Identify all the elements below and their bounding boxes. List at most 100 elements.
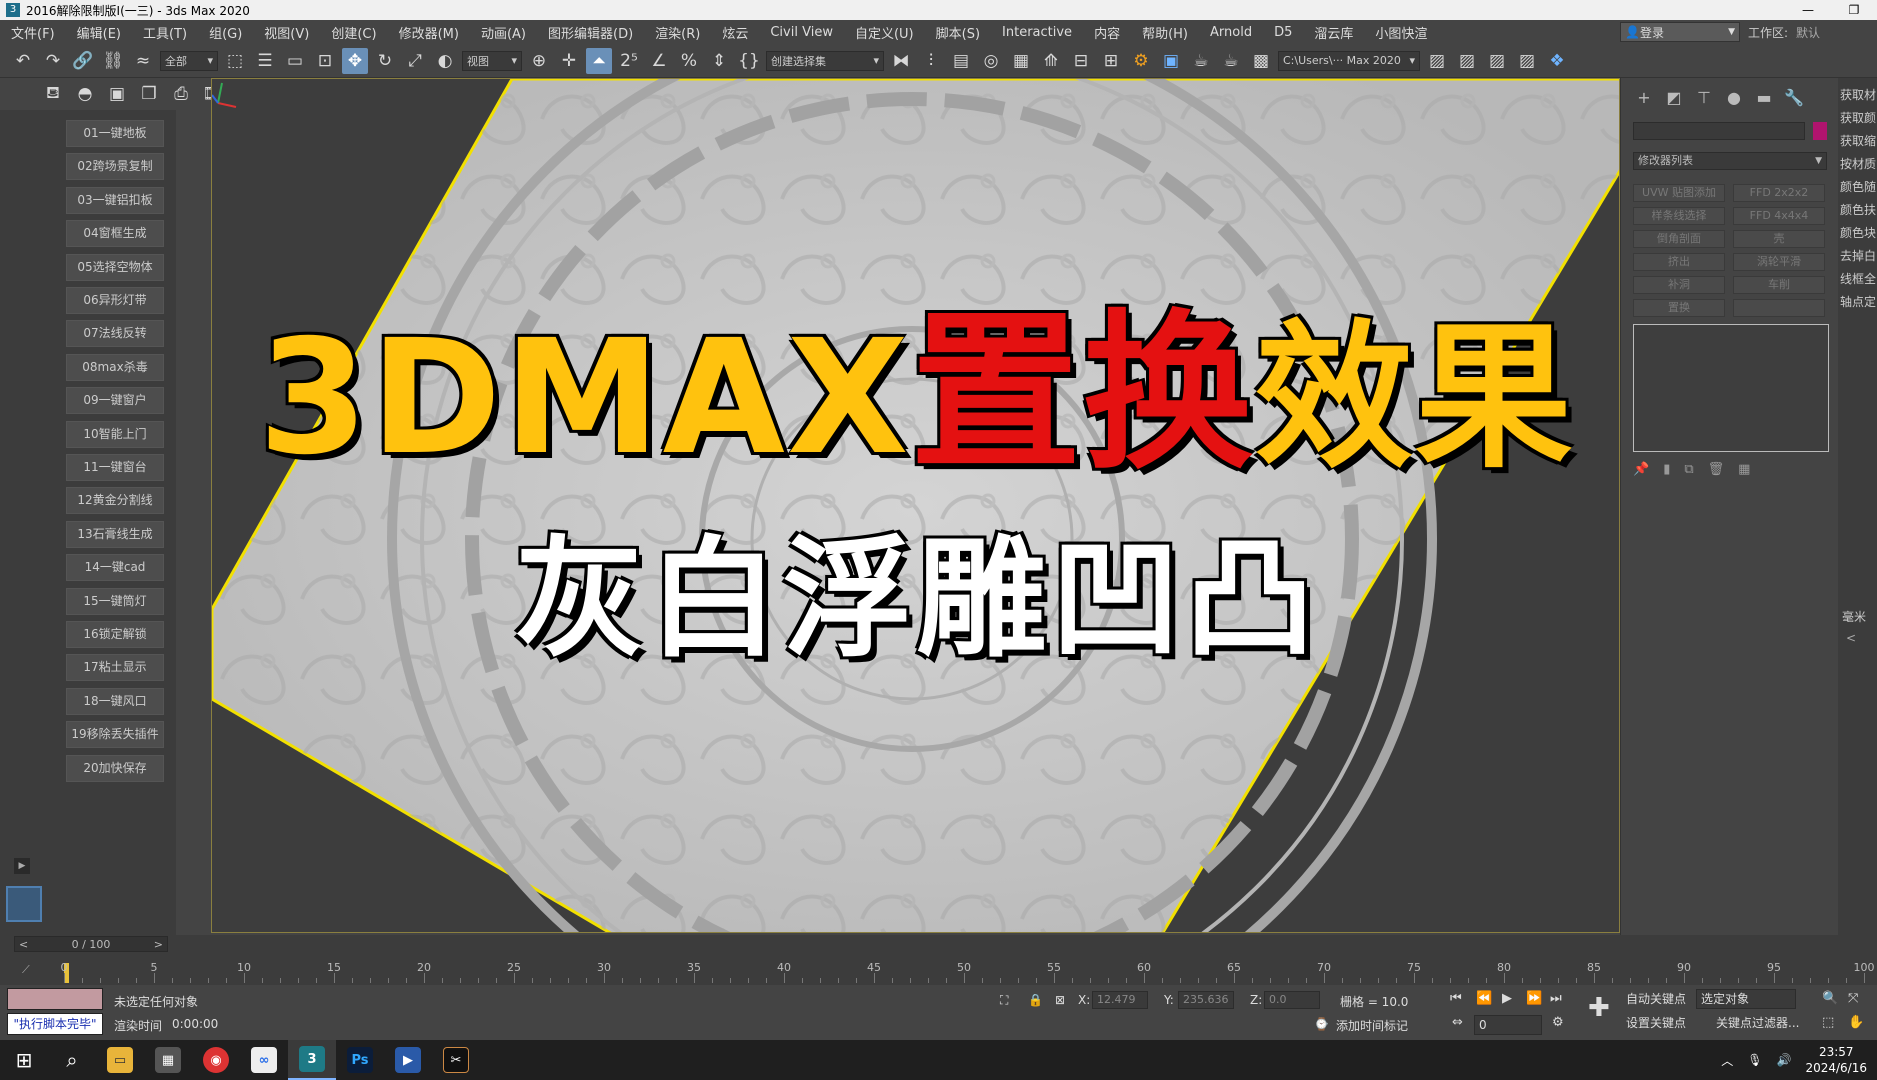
project-path-dropdown[interactable]: C:\Users\··· Max 2020 ▾ bbox=[1278, 50, 1420, 71]
layer-explorer-icon[interactable]: ◎ bbox=[978, 48, 1004, 74]
menu-item[interactable]: 图形编辑器(D) bbox=[537, 23, 644, 42]
microphone-icon[interactable]: 🎙 bbox=[1747, 1053, 1762, 1067]
menu-item[interactable]: 编辑(E) bbox=[66, 23, 132, 42]
menu-item[interactable]: 视图(V) bbox=[253, 23, 320, 42]
select-move-icon[interactable]: ✥ bbox=[342, 47, 368, 74]
configure-modifier-sets-icon[interactable]: ▦ bbox=[1738, 462, 1750, 477]
side-tool-button[interactable]: 按材质 bbox=[1838, 153, 1877, 176]
show-end-result-icon[interactable]: ▮ bbox=[1663, 462, 1670, 477]
side-tool-button[interactable]: 颜色扶 bbox=[1838, 199, 1877, 222]
redo-icon[interactable]: ↷ bbox=[40, 48, 66, 74]
time-tag-icon[interactable]: ⌚ bbox=[1314, 1017, 1329, 1031]
pin-stack-icon[interactable]: 📌 bbox=[1633, 462, 1649, 477]
render-grid-icon[interactable]: ▩ bbox=[1248, 48, 1274, 74]
toggle-ribbon-icon[interactable]: ▦ bbox=[1008, 48, 1034, 74]
absolute-mode-icon[interactable]: ⊠ bbox=[1055, 993, 1065, 1007]
selection-filter-dropdown[interactable]: 全部 ▾ bbox=[160, 50, 218, 71]
next-key-icon[interactable]: ⏩ bbox=[1526, 991, 1542, 1006]
modifier-button[interactable]: 壳 bbox=[1733, 230, 1825, 248]
snaps-toggle-icon[interactable]: 2⁵ bbox=[616, 48, 642, 74]
time-slider[interactable]: < 0 / 100 > bbox=[14, 936, 168, 952]
mini-curve-editor-icon[interactable]: ⟋ bbox=[22, 963, 30, 977]
script-button[interactable]: 02跨场景复制 bbox=[66, 153, 164, 181]
pan-icon[interactable]: ✋ bbox=[1848, 1015, 1864, 1030]
side-tool-button[interactable]: 去掉白 bbox=[1838, 245, 1877, 268]
select-manipulate-icon[interactable]: ✛ bbox=[556, 48, 582, 74]
field-of-view-icon[interactable]: ⬚ bbox=[1822, 1015, 1834, 1030]
save-icon[interactable]: ▣ bbox=[104, 81, 130, 107]
isolate-icon[interactable]: ⛶ bbox=[1000, 993, 1008, 1008]
script-button[interactable]: 13石膏线生成 bbox=[66, 520, 164, 548]
zoom-icon[interactable]: 🔍 bbox=[1822, 991, 1838, 1006]
menu-item[interactable]: 动画(A) bbox=[470, 23, 537, 42]
menu-item[interactable]: 溜云库 bbox=[1303, 23, 1364, 42]
menu-item[interactable]: 自定义(U) bbox=[844, 23, 925, 42]
side-tool-button[interactable]: 线框全 bbox=[1838, 268, 1877, 291]
next-frame-icon[interactable]: > bbox=[154, 938, 163, 951]
render-iterative-icon[interactable]: ☕ bbox=[1218, 48, 1244, 74]
timeline-ruler[interactable]: 0 5 10 15 20 25 30 35 40 45 50 55 60 65 70 75 80 85 90 95 10… bbox=[61, 961, 1875, 983]
modifier-button[interactable] bbox=[1733, 299, 1825, 317]
percent-snap-icon[interactable]: % bbox=[676, 48, 702, 74]
curve-editor-icon[interactable]: ⟰ bbox=[1038, 48, 1064, 74]
script-button[interactable]: 06异形灯带 bbox=[66, 287, 164, 314]
current-frame-spinner[interactable]: 0 bbox=[1474, 1015, 1542, 1035]
modifier-button[interactable]: 涡轮平滑 bbox=[1733, 253, 1825, 271]
3dsmax-taskbar-icon[interactable]: 3 bbox=[288, 1040, 336, 1080]
undo-icon[interactable]: ↶ bbox=[10, 48, 36, 74]
script-button[interactable]: 16锁定解锁 bbox=[66, 621, 164, 648]
script-button[interactable]: 15一键筒灯 bbox=[66, 587, 164, 615]
go-to-start-icon[interactable]: ⏮ bbox=[1450, 991, 1462, 1006]
modifier-button[interactable]: 补洞 bbox=[1633, 276, 1725, 294]
maxscript-listener[interactable] bbox=[7, 988, 103, 1010]
lock-selection-icon[interactable]: 🔒 bbox=[1028, 993, 1043, 1007]
menu-item[interactable]: 创建(C) bbox=[320, 23, 387, 42]
rect-selection-icon[interactable]: ▭ bbox=[282, 48, 308, 74]
menu-item[interactable]: 内容 bbox=[1083, 23, 1131, 42]
select-by-name-icon[interactable]: ☰ bbox=[252, 48, 278, 74]
play-icon[interactable]: ▶ bbox=[1502, 991, 1512, 1006]
login-dropdown[interactable]: 👤 登录 ▼ bbox=[1620, 22, 1740, 42]
motion-tab-icon[interactable]: ● bbox=[1723, 88, 1745, 107]
menu-item[interactable]: 文件(F) bbox=[0, 23, 66, 42]
menu-item[interactable]: D5 bbox=[1263, 25, 1303, 40]
previous-key-icon[interactable]: ⏪ bbox=[1476, 991, 1492, 1006]
camera-icon[interactable]: ⎙ bbox=[168, 81, 194, 107]
z-coordinate-field[interactable]: 0.0 bbox=[1264, 991, 1320, 1009]
auto-key-button[interactable]: 自动关键点 bbox=[1626, 989, 1686, 1009]
script-button[interactable]: 11一键窗台 bbox=[66, 454, 164, 481]
schematic-view-icon[interactable]: ⊞ bbox=[1098, 48, 1124, 74]
unlink-icon[interactable]: ⛓ bbox=[100, 48, 126, 74]
select-scale-icon[interactable]: ⤢ bbox=[402, 48, 428, 74]
menu-item[interactable]: 组(G) bbox=[198, 23, 253, 42]
side-tool-button[interactable]: 获取颜 bbox=[1838, 107, 1877, 130]
modifier-button[interactable]: UVW 贴图添加 bbox=[1633, 184, 1725, 202]
script-button[interactable]: 01一键地板 bbox=[66, 120, 164, 147]
angle-snap-icon[interactable]: ∠ bbox=[646, 48, 672, 74]
window-crossing-icon[interactable]: ⊡ bbox=[312, 48, 338, 74]
modifier-button[interactable]: 样条线选择 bbox=[1633, 207, 1725, 225]
file-explorer-icon[interactable]: ▭ bbox=[96, 1040, 144, 1080]
rendered-frame-window-icon[interactable]: ▣ bbox=[1158, 48, 1184, 74]
select-rotate-icon[interactable]: ↻ bbox=[372, 48, 398, 74]
side-tool-button[interactable]: 获取材 bbox=[1838, 84, 1877, 107]
collapse-arrow-icon[interactable]: < bbox=[1846, 631, 1856, 645]
scene-explorer-icon[interactable]: ▤ bbox=[948, 48, 974, 74]
project-set-icon[interactable]: ▨ bbox=[1454, 48, 1480, 74]
modifier-list-dropdown[interactable]: 修改器列表 ▼ bbox=[1633, 152, 1827, 170]
mirror-icon[interactable]: ⧓ bbox=[888, 48, 914, 74]
material-editor-icon[interactable]: ◓ bbox=[72, 81, 98, 107]
baidu-netdisk-icon[interactable]: ∞ bbox=[240, 1040, 288, 1080]
project-folder-icon[interactable]: ▨ bbox=[1424, 48, 1450, 74]
script-done-message[interactable]: "执行脚本完毕" bbox=[7, 1013, 103, 1035]
windows-start-icon[interactable]: ⊞ bbox=[0, 1040, 48, 1080]
side-tool-button[interactable]: 颜色块 bbox=[1838, 222, 1877, 245]
modifier-button[interactable]: 倒角剖面 bbox=[1633, 230, 1725, 248]
workspace-selector[interactable]: 工作区: 默认 bbox=[1748, 22, 1877, 42]
render-setup-icon[interactable]: ⚙ bbox=[1128, 48, 1154, 74]
modifier-button[interactable]: 车削 bbox=[1733, 276, 1825, 294]
video-app-icon[interactable]: ▶ bbox=[384, 1040, 432, 1080]
script-button[interactable]: 04窗框生成 bbox=[66, 220, 164, 248]
restore-button[interactable]: ❐ bbox=[1831, 0, 1877, 20]
viewport-thumbnail[interactable] bbox=[6, 886, 42, 922]
